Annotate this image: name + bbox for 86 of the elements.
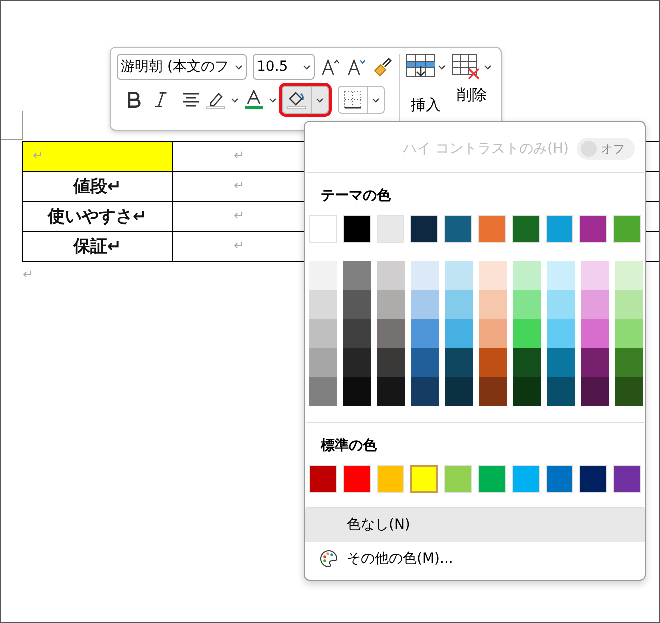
color-swatch[interactable] xyxy=(581,348,609,377)
insert-label[interactable]: 挿入 xyxy=(411,96,441,115)
table-cell: 使いやすさ↵ xyxy=(22,202,172,232)
format-painter-icon[interactable] xyxy=(373,57,393,77)
color-swatch[interactable] xyxy=(411,319,439,348)
delete-table-icon[interactable] xyxy=(452,54,482,80)
borders-icon[interactable] xyxy=(343,90,363,110)
color-swatch[interactable] xyxy=(411,348,439,377)
color-swatch[interactable] xyxy=(377,261,405,290)
caret-icon[interactable] xyxy=(372,98,380,102)
color-swatch[interactable] xyxy=(343,319,371,348)
color-swatch[interactable] xyxy=(615,348,643,377)
color-swatch[interactable] xyxy=(581,290,609,319)
color-swatch[interactable] xyxy=(309,377,337,406)
color-swatch[interactable] xyxy=(309,261,337,290)
insert-table-icon[interactable] xyxy=(406,54,436,80)
theme-colors-heading: テーマの色 xyxy=(320,187,392,206)
color-swatch[interactable] xyxy=(343,377,371,406)
color-swatch[interactable] xyxy=(581,261,609,290)
color-swatch[interactable] xyxy=(615,377,643,406)
color-swatch[interactable] xyxy=(513,319,541,348)
caret-icon[interactable] xyxy=(438,64,446,70)
delete-label[interactable]: 削除 xyxy=(457,86,487,105)
color-swatch[interactable] xyxy=(615,290,643,319)
color-swatch[interactable] xyxy=(377,290,405,319)
standard-colors-heading: 標準の色 xyxy=(320,437,378,456)
color-swatch[interactable] xyxy=(547,261,575,290)
color-swatch[interactable] xyxy=(547,348,575,377)
color-swatch[interactable] xyxy=(513,290,541,319)
caret-icon[interactable] xyxy=(269,98,277,102)
menu-item[interactable]: その他の色(M)... xyxy=(305,542,645,576)
color-swatch[interactable] xyxy=(479,319,507,348)
borders-button[interactable] xyxy=(338,86,385,114)
font-size-dropdown[interactable]: 10.5 xyxy=(253,54,315,80)
color-swatch[interactable] xyxy=(479,261,507,290)
color-swatch[interactable] xyxy=(343,261,371,290)
font-color-icon[interactable] xyxy=(244,90,264,110)
color-swatch[interactable] xyxy=(581,319,609,348)
color-swatch[interactable] xyxy=(615,319,643,348)
color-swatch[interactable] xyxy=(581,377,609,406)
menu-item[interactable]: 色なし(N) xyxy=(305,508,645,542)
caret-icon[interactable] xyxy=(484,64,492,70)
color-swatch[interactable] xyxy=(410,465,438,493)
color-swatch[interactable] xyxy=(445,290,473,319)
color-swatch[interactable] xyxy=(343,290,371,319)
color-swatch[interactable] xyxy=(377,319,405,348)
caret-icon[interactable] xyxy=(231,98,239,102)
paint-bucket-icon[interactable] xyxy=(287,90,307,110)
shading-button[interactable] xyxy=(282,86,329,114)
caret-icon xyxy=(235,64,243,70)
font-name-dropdown[interactable]: 游明朝 (本文のフ xyxy=(117,54,247,80)
italic-icon[interactable] xyxy=(154,92,168,108)
color-swatch[interactable] xyxy=(445,348,473,377)
color-swatch[interactable] xyxy=(309,319,337,348)
color-swatch[interactable] xyxy=(547,290,575,319)
color-swatch[interactable] xyxy=(513,377,541,406)
palette-icon xyxy=(319,549,339,569)
color-swatch[interactable] xyxy=(411,377,439,406)
color-swatch[interactable] xyxy=(309,348,337,377)
color-swatch[interactable] xyxy=(547,319,575,348)
grow-font-icon[interactable] xyxy=(321,57,341,77)
table-cell: 保証↵ xyxy=(22,232,172,262)
color-swatch[interactable] xyxy=(411,261,439,290)
color-swatch[interactable] xyxy=(377,377,405,406)
caret-icon xyxy=(303,64,311,70)
color-swatch[interactable] xyxy=(547,377,575,406)
color-swatch[interactable] xyxy=(309,290,337,319)
color-swatch[interactable] xyxy=(479,290,507,319)
color-swatch[interactable] xyxy=(513,261,541,290)
color-swatch[interactable] xyxy=(513,348,541,377)
color-swatch[interactable] xyxy=(411,290,439,319)
paragraph-mark: ↵ xyxy=(23,268,34,283)
color-swatch[interactable] xyxy=(445,261,473,290)
color-swatch[interactable] xyxy=(377,348,405,377)
color-swatch[interactable] xyxy=(445,319,473,348)
color-swatch[interactable] xyxy=(343,348,371,377)
shrink-font-icon[interactable] xyxy=(347,57,367,77)
color-swatch[interactable] xyxy=(445,377,473,406)
color-swatch[interactable] xyxy=(479,377,507,406)
table-cell: 値段↵ xyxy=(22,172,172,202)
table-cell: ↵ xyxy=(22,142,172,172)
color-swatch[interactable] xyxy=(615,261,643,290)
caret-icon[interactable] xyxy=(316,98,324,102)
color-swatch[interactable] xyxy=(479,348,507,377)
bold-icon[interactable] xyxy=(127,92,141,108)
high-contrast-label: ハイ コントラストのみ(H) xyxy=(403,140,569,158)
